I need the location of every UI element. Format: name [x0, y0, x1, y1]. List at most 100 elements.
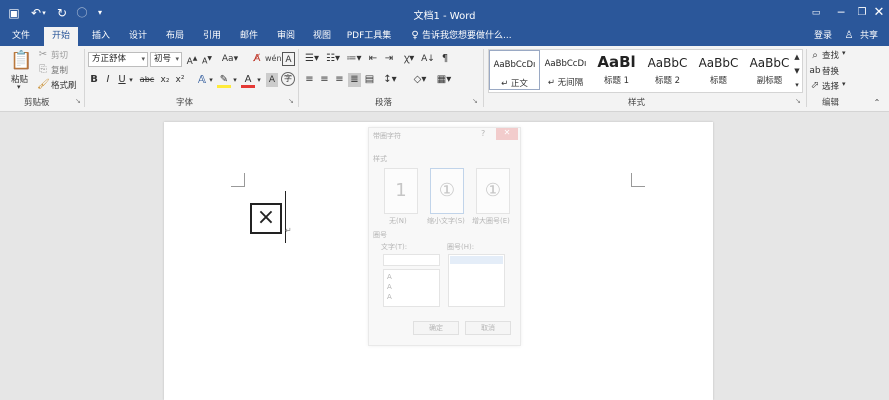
- tab-review[interactable]: 审阅: [269, 27, 303, 46]
- italic-button[interactable]: I: [102, 73, 114, 87]
- chinese-layout-icon[interactable]: ꭓ▾: [400, 52, 418, 66]
- replace-icon[interactable]: ab: [809, 64, 821, 78]
- font-color-dropdown-icon[interactable]: ▾: [255, 73, 263, 87]
- styles-launcher-icon[interactable]: ↘: [795, 97, 801, 105]
- bullets-icon[interactable]: ☰▾: [303, 52, 321, 66]
- text-input[interactable]: [383, 254, 440, 266]
- minimize-icon[interactable]: ─: [830, 4, 852, 22]
- superscript-button[interactable]: x²: [173, 73, 187, 87]
- show-marks-icon[interactable]: ¶: [438, 52, 452, 66]
- align-left-icon[interactable]: ≡: [303, 73, 316, 87]
- style-option-shrink[interactable]: ①: [430, 168, 464, 214]
- select-icon[interactable]: ⬀: [809, 79, 821, 93]
- bold-button[interactable]: B: [88, 73, 100, 87]
- paste-icon[interactable]: 📋: [10, 50, 32, 72]
- format-painter-icon[interactable]: 🖌: [37, 78, 50, 92]
- find-dropdown-icon[interactable]: ▾: [842, 49, 846, 57]
- paragraph-launcher-icon[interactable]: ↘: [472, 97, 478, 105]
- style-heading-2[interactable]: AaBbC 标题 2: [642, 50, 693, 90]
- tab-insert[interactable]: 插入: [84, 27, 118, 46]
- font-size-select[interactable]: 初号 ▾: [150, 52, 182, 67]
- cut-button[interactable]: 剪切: [51, 49, 68, 61]
- text-list[interactable]: A A A: [383, 269, 440, 307]
- collapse-ribbon-icon[interactable]: ⌃: [871, 96, 883, 110]
- increase-indent-icon[interactable]: ⇥: [382, 52, 396, 66]
- style-normal[interactable]: AaBbCcDı ↵ 正文: [489, 50, 540, 90]
- change-case-icon[interactable]: Aa▾: [220, 52, 240, 66]
- tab-pdf-tools[interactable]: PDF工具集: [343, 27, 395, 46]
- shrink-font-icon[interactable]: A▼: [200, 52, 214, 66]
- sort-icon[interactable]: A↓: [420, 52, 436, 66]
- enclose-characters-icon[interactable]: 字: [281, 72, 295, 86]
- highlight-dropdown-icon[interactable]: ▾: [231, 73, 239, 87]
- ribbon-tabs: 文件 开始 插入 设计 布局 引用 邮件 审阅 视图 PDF工具集 ♀ 告诉我您…: [0, 27, 889, 46]
- help-icon[interactable]: ?: [481, 129, 485, 138]
- tab-layout[interactable]: 布局: [158, 27, 192, 46]
- copy-icon[interactable]: ⎘: [37, 63, 49, 77]
- style-option-none[interactable]: 1: [384, 168, 418, 214]
- tell-me-input[interactable]: 告诉我您想要做什么...: [422, 27, 542, 46]
- style-subtitle[interactable]: AaBbC 副标题: [744, 50, 795, 90]
- clear-formatting-icon[interactable]: A̸: [250, 52, 264, 66]
- select-button[interactable]: 选择: [822, 80, 839, 92]
- list-item[interactable]: [450, 256, 503, 264]
- phonetic-guide-icon[interactable]: wén: [265, 52, 282, 66]
- style-heading-1[interactable]: AaBl 标题 1: [591, 50, 642, 90]
- text-effects-dropdown-icon[interactable]: ▾: [207, 73, 215, 87]
- enclosed-character[interactable]: ×: [250, 203, 282, 234]
- strikethrough-button[interactable]: abc: [138, 73, 156, 87]
- list-item[interactable]: A: [387, 283, 392, 291]
- format-painter-button[interactable]: 格式刷: [51, 79, 77, 91]
- line-spacing-icon[interactable]: ↕▾: [381, 73, 399, 87]
- numbering-icon[interactable]: ☷▾: [324, 52, 342, 66]
- font-launcher-icon[interactable]: ↘: [288, 97, 294, 105]
- font-color-icon[interactable]: A: [241, 73, 255, 88]
- clipboard-launcher-icon[interactable]: ↘: [75, 97, 81, 105]
- find-button[interactable]: 查找: [822, 49, 839, 61]
- style-no-spacing[interactable]: AaBbCcDı ↵ 无间隔: [540, 50, 591, 90]
- copy-button[interactable]: 复制: [51, 64, 68, 76]
- underline-dropdown-icon[interactable]: ▾: [127, 73, 135, 87]
- justify-icon[interactable]: ≣: [348, 73, 361, 87]
- close-icon[interactable]: ✕: [868, 4, 889, 22]
- share-button[interactable]: 共享: [854, 27, 884, 46]
- align-right-icon[interactable]: ≡: [333, 73, 346, 87]
- list-item[interactable]: A: [387, 273, 392, 281]
- cancel-button[interactable]: 取消: [465, 321, 511, 335]
- search-icon[interactable]: ⌕: [809, 49, 821, 63]
- tab-design[interactable]: 设计: [121, 27, 155, 46]
- highlight-icon[interactable]: ✎: [217, 73, 231, 88]
- tab-home[interactable]: 开始: [44, 27, 78, 46]
- tab-file[interactable]: 文件: [4, 27, 38, 46]
- paste-dropdown-icon[interactable]: ▾: [17, 83, 21, 91]
- tab-view[interactable]: 视图: [305, 27, 339, 46]
- dialog-close-icon[interactable]: ✕: [496, 128, 518, 140]
- scissors-icon[interactable]: ✂: [37, 48, 49, 62]
- tab-references[interactable]: 引用: [195, 27, 229, 46]
- character-shading-icon[interactable]: A: [266, 73, 278, 87]
- font-family-select[interactable]: 方正舒体 ▾: [88, 52, 148, 67]
- enclose-characters-dialog[interactable]: 带圈字符 ? ✕ 样式 1 ① ① 无(N) 缩小文字(S) 增大圈号(E) 圈…: [368, 127, 521, 346]
- replace-button[interactable]: 替换: [822, 65, 839, 77]
- subscript-button[interactable]: x₂: [158, 73, 172, 87]
- distributed-icon[interactable]: ▤: [363, 73, 376, 87]
- tab-mailings[interactable]: 邮件: [232, 27, 266, 46]
- style-title[interactable]: AaBbC 标题: [693, 50, 744, 90]
- sign-in-link[interactable]: 登录: [808, 27, 838, 46]
- style-option-enlarge[interactable]: ①: [476, 168, 510, 214]
- gallery-down-icon[interactable]: ▼: [792, 64, 802, 78]
- decrease-indent-icon[interactable]: ⇤: [366, 52, 380, 66]
- ribbon-display-icon[interactable]: ▭: [805, 4, 827, 22]
- gallery-more-icon[interactable]: ▾: [792, 78, 802, 92]
- enclosure-list[interactable]: [448, 254, 505, 307]
- gallery-up-icon[interactable]: ▲: [792, 50, 802, 64]
- select-dropdown-icon[interactable]: ▾: [842, 80, 846, 88]
- grow-font-icon[interactable]: A▲: [185, 52, 199, 67]
- ok-button[interactable]: 确定: [413, 321, 459, 335]
- list-item[interactable]: A: [387, 293, 392, 301]
- character-border-icon[interactable]: A: [282, 52, 295, 66]
- shading-icon[interactable]: ◇▾: [411, 73, 429, 87]
- borders-icon[interactable]: ▦▾: [435, 73, 453, 87]
- multilevel-list-icon[interactable]: ≔▾: [345, 52, 363, 66]
- align-center-icon[interactable]: ≡: [318, 73, 331, 87]
